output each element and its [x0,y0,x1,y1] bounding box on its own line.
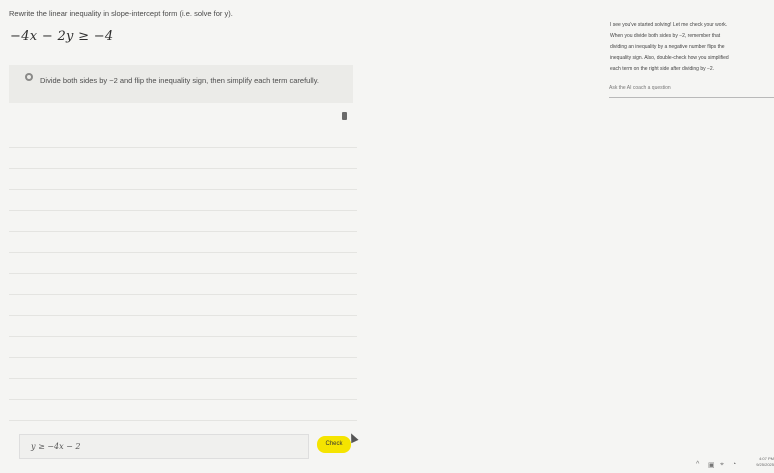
step-hint-text: Divide both sides by −2 and flip the ine… [40,76,319,85]
ai-coach-panel: I see you've started solving! Let me che… [600,0,774,473]
clock-date: 9/25/2025 [756,462,774,467]
coach-message-line: I see you've started solving! Let me che… [610,22,728,28]
problem-expression: −4x − 2y ≥ −4 [10,29,114,44]
coach-message-line: dividing an inequality by a negative num… [610,44,725,50]
coach-message: I see you've started solving! Let me che… [610,20,774,75]
coach-message-line: each term on the right side after dividi… [610,66,715,72]
answer-input[interactable]: y ≥ −4x − 2 [19,434,309,459]
tray-chevron-icon[interactable]: ^ [696,461,699,468]
step-bullet-icon [25,73,33,81]
check-button[interactable]: Check [317,436,351,453]
problem-panel: Rewrite the linear inequality in slope-i… [0,0,365,473]
network-icon[interactable]: ▣ [708,461,715,469]
problem-prompt: Rewrite the linear inequality in slope-i… [9,9,233,18]
scratchpad-icon[interactable] [342,112,347,120]
answer-value: y ≥ −4x − 2 [31,442,81,451]
taskbar: ^ ▣ ⌖ ◔ 4:07 PM 9/25/2025 [690,455,774,473]
location-icon[interactable]: ⌖ [720,461,724,469]
coach-question-input[interactable]: Ask the AI coach a question [609,84,774,98]
volume-icon[interactable]: ◔ [732,461,736,468]
system-clock[interactable]: 4:07 PM 9/25/2025 [752,456,774,468]
coach-message-line: When you divide both sides by −2, rememb… [610,33,721,39]
step-hint-card: Divide both sides by −2 and flip the ine… [9,65,353,103]
coach-message-line: inequality sign. Also, double-check how … [610,55,729,61]
scratch-workspace[interactable] [9,127,357,427]
